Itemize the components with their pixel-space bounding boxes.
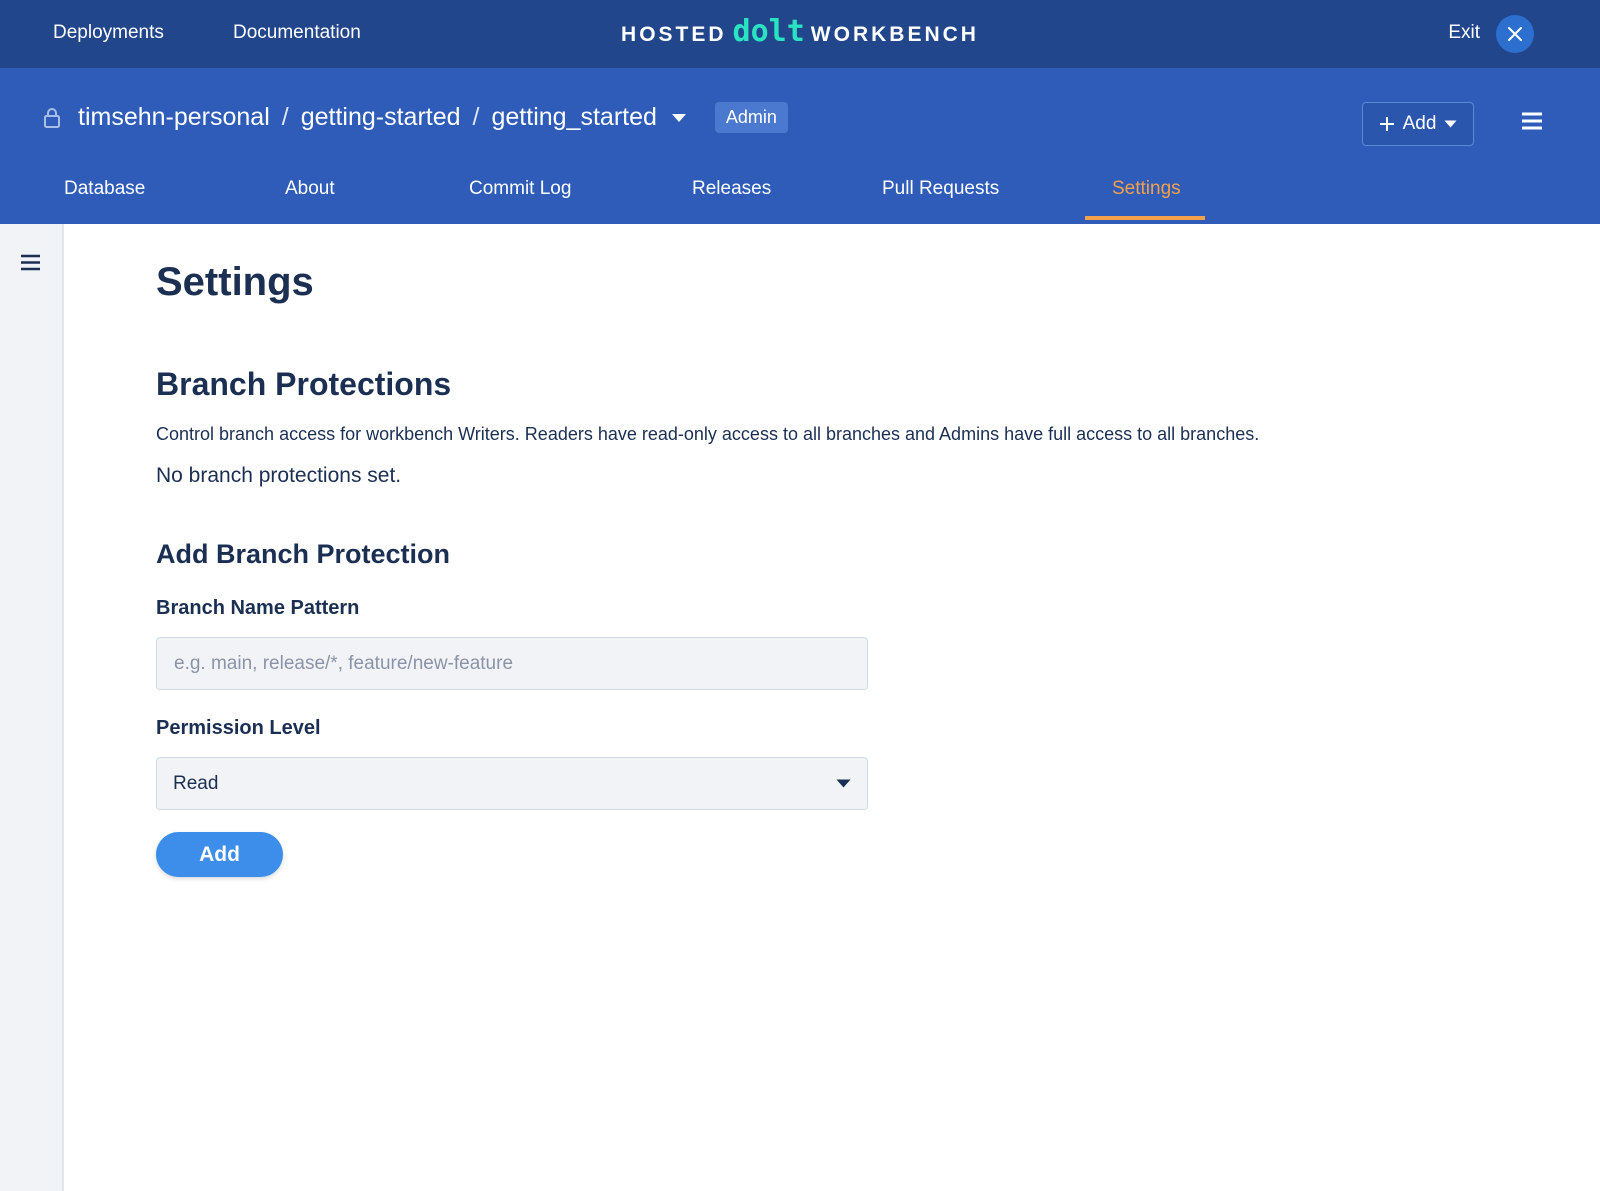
tab-releases[interactable]: Releases bbox=[692, 178, 771, 224]
top-navbar: Deployments Documentation HOSTED dolt WORK… bbox=[0, 0, 1600, 68]
add-dropdown-button[interactable]: Add bbox=[1362, 102, 1474, 146]
documentation-link[interactable]: Documentation bbox=[233, 22, 361, 44]
tab-commit-log[interactable]: Commit Log bbox=[469, 178, 571, 224]
add-branch-protection-title: Add Branch Protection bbox=[156, 539, 451, 569]
tab-database[interactable]: Database bbox=[64, 178, 145, 224]
branch-protections-description: Control branch access for workbench Writ… bbox=[156, 424, 1260, 444]
chevron-down-icon bbox=[836, 779, 851, 788]
permission-level-label: Permission Level bbox=[156, 717, 321, 739]
branch-protections-title: Branch Protections bbox=[156, 366, 452, 402]
brand-dolt-text: dolt bbox=[732, 14, 805, 49]
plus-icon bbox=[1379, 117, 1394, 131]
close-icon bbox=[1508, 27, 1522, 41]
chevron-down-icon bbox=[1444, 120, 1457, 128]
menu-icon[interactable] bbox=[1521, 112, 1543, 135]
breadcrumb-owner[interactable]: timsehn-personal bbox=[78, 103, 270, 132]
breadcrumb: timsehn-personal / getting-started / get… bbox=[42, 102, 788, 133]
branch-name-pattern-label: Branch Name Pattern bbox=[156, 597, 360, 619]
chevron-down-icon[interactable] bbox=[671, 113, 687, 123]
empty-state-message: No branch protections set. bbox=[156, 464, 402, 487]
add-branch-protection-button[interactable]: Add bbox=[156, 832, 283, 877]
tab-about[interactable]: About bbox=[285, 178, 335, 224]
breadcrumb-deployment[interactable]: getting-started bbox=[301, 103, 461, 132]
exit-link[interactable]: Exit bbox=[1448, 22, 1480, 44]
permission-level-select[interactable]: Read bbox=[156, 757, 868, 810]
left-sidebar bbox=[0, 224, 64, 1191]
brand-hosted-text: HOSTED bbox=[621, 22, 727, 46]
breadcrumb-database[interactable]: getting_started bbox=[492, 103, 657, 132]
add-dropdown-label: Add bbox=[1402, 113, 1437, 134]
database-tabs: Database About Commit Log Releases Pull … bbox=[0, 170, 1600, 224]
role-badge: Admin bbox=[714, 102, 788, 133]
breadcrumb-separator: / bbox=[472, 103, 480, 131]
deployments-link[interactable]: Deployments bbox=[53, 22, 164, 44]
breadcrumb-separator: / bbox=[281, 103, 289, 131]
menu-icon[interactable] bbox=[20, 254, 41, 276]
permission-level-value: Read bbox=[173, 772, 219, 794]
active-tab-indicator bbox=[1085, 216, 1205, 220]
database-header: timsehn-personal / getting-started / get… bbox=[0, 68, 1600, 224]
lock-icon bbox=[42, 107, 62, 129]
brand-workbench-text: WORKBENCH bbox=[810, 22, 979, 46]
branch-name-pattern-input[interactable] bbox=[156, 637, 868, 690]
tab-pull-requests[interactable]: Pull Requests bbox=[882, 178, 999, 224]
page-title: Settings bbox=[156, 260, 314, 304]
exit-button[interactable] bbox=[1496, 15, 1534, 53]
